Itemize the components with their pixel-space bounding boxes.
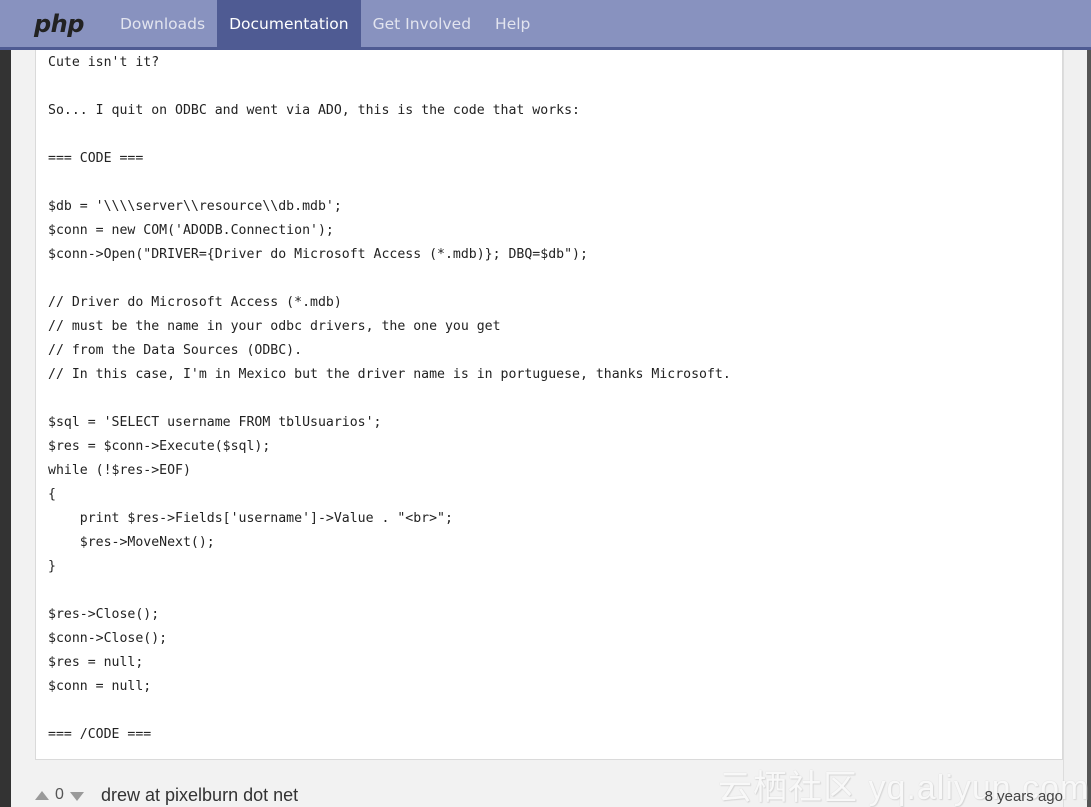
code-line: Cute isn't it?: [48, 55, 160, 70]
note-code-block: Cute isn't it? So... I quit on ODBC and w…: [48, 51, 731, 747]
note-date: 8 years ago: [984, 788, 1063, 805]
code-line: }: [48, 559, 56, 574]
right-edge-strip: [1087, 50, 1091, 807]
code-line: print $res->Fields['username']->Value . …: [48, 511, 453, 526]
nav-help[interactable]: Help: [483, 0, 542, 47]
code-line: $res = $conn->Execute($sql);: [48, 439, 271, 454]
code-line: $res->Close();: [48, 607, 160, 622]
next-note-header: 0 drew at pixelburn dot net 8 years ago: [35, 783, 1065, 807]
scrollbar-track[interactable]: [1063, 50, 1087, 807]
nav-get-involved[interactable]: Get Involved: [361, 0, 483, 47]
code-line: === /CODE ===: [48, 727, 152, 742]
code-line: // from the Data Sources (ODBC).: [48, 343, 303, 358]
vote-down-icon[interactable]: [70, 792, 84, 801]
user-note-card: Cute isn't it? So... I quit on ODBC and w…: [35, 50, 1063, 760]
code-line: // must be the name in your odbc drivers…: [48, 319, 501, 334]
code-line: while (!$res->EOF): [48, 463, 191, 478]
vote-count: 0: [55, 786, 64, 803]
nav-downloads[interactable]: Downloads: [108, 0, 217, 47]
top-navbar: php Downloads Documentation Get Involved…: [0, 0, 1091, 50]
code-line: $res = null;: [48, 655, 144, 670]
code-line: // Driver do Microsoft Access (*.mdb): [48, 295, 342, 310]
vote-up-icon[interactable]: [35, 791, 49, 800]
code-line: $conn->Open("DRIVER={Driver do Microsoft…: [48, 247, 588, 262]
code-line: $res->MoveNext();: [48, 535, 215, 550]
code-line: $sql = 'SELECT username FROM tblUsuarios…: [48, 415, 382, 430]
code-line: $db = '\\\\server\\resource\\db.mdb';: [48, 199, 342, 214]
code-line: === CODE ===: [48, 151, 144, 166]
nav-documentation[interactable]: Documentation: [217, 0, 361, 47]
note-author[interactable]: drew at pixelburn dot net: [101, 785, 298, 806]
code-line: $conn = new COM('ADODB.Connection');: [48, 223, 334, 238]
code-line: $conn = null;: [48, 679, 152, 694]
code-line: $conn->Close();: [48, 631, 168, 646]
code-line: {: [48, 487, 56, 502]
code-line: // In this case, I'm in Mexico but the d…: [48, 367, 731, 382]
left-edge-strip: [0, 50, 11, 807]
code-line: So... I quit on ODBC and went via ADO, t…: [48, 103, 580, 118]
php-logo[interactable]: php: [34, 0, 84, 47]
